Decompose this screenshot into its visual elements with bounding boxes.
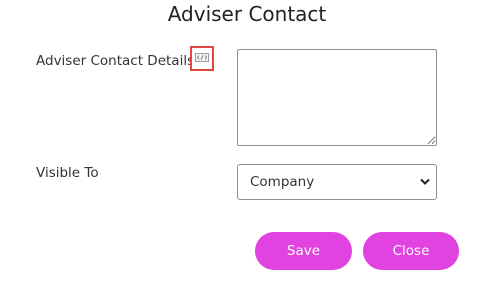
close-button[interactable]: Close: [363, 232, 459, 270]
chevron-down-icon: [420, 178, 430, 185]
adviser-contact-dialog: Adviser Contact Adviser Contact Details …: [0, 0, 494, 308]
adviser-contact-details-textarea[interactable]: [237, 49, 437, 146]
visible-to-selected-value: Company: [250, 174, 315, 190]
visible-to-label: Visible To: [36, 165, 99, 181]
dialog-title: Adviser Contact: [167, 2, 327, 26]
adviser-contact-details-label: Adviser Contact Details: [36, 53, 195, 69]
save-button[interactable]: Save: [255, 232, 352, 270]
visible-to-select[interactable]: Company: [237, 164, 437, 200]
code-icon: [195, 53, 209, 62]
source-code-button[interactable]: [190, 46, 214, 71]
